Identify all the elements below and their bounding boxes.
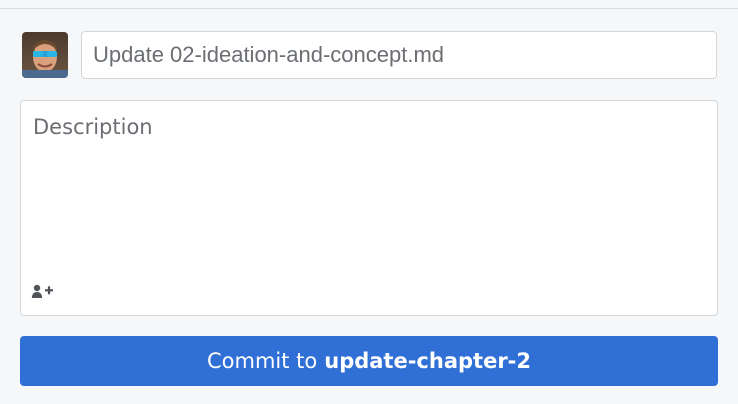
commit-button[interactable]: Commit to update-chapter-2 — [20, 336, 718, 386]
commit-summary-input[interactable] — [81, 31, 717, 79]
add-coauthor-button[interactable] — [31, 279, 59, 303]
commit-button-prefix: Commit to — [207, 349, 318, 373]
commit-description-field[interactable] — [21, 101, 717, 271]
avatar-image — [22, 32, 68, 78]
commit-branch-name: update-chapter-2 — [324, 349, 531, 373]
add-coauthor-icon — [31, 284, 53, 298]
description-container — [20, 100, 718, 316]
user-avatar — [22, 32, 68, 78]
